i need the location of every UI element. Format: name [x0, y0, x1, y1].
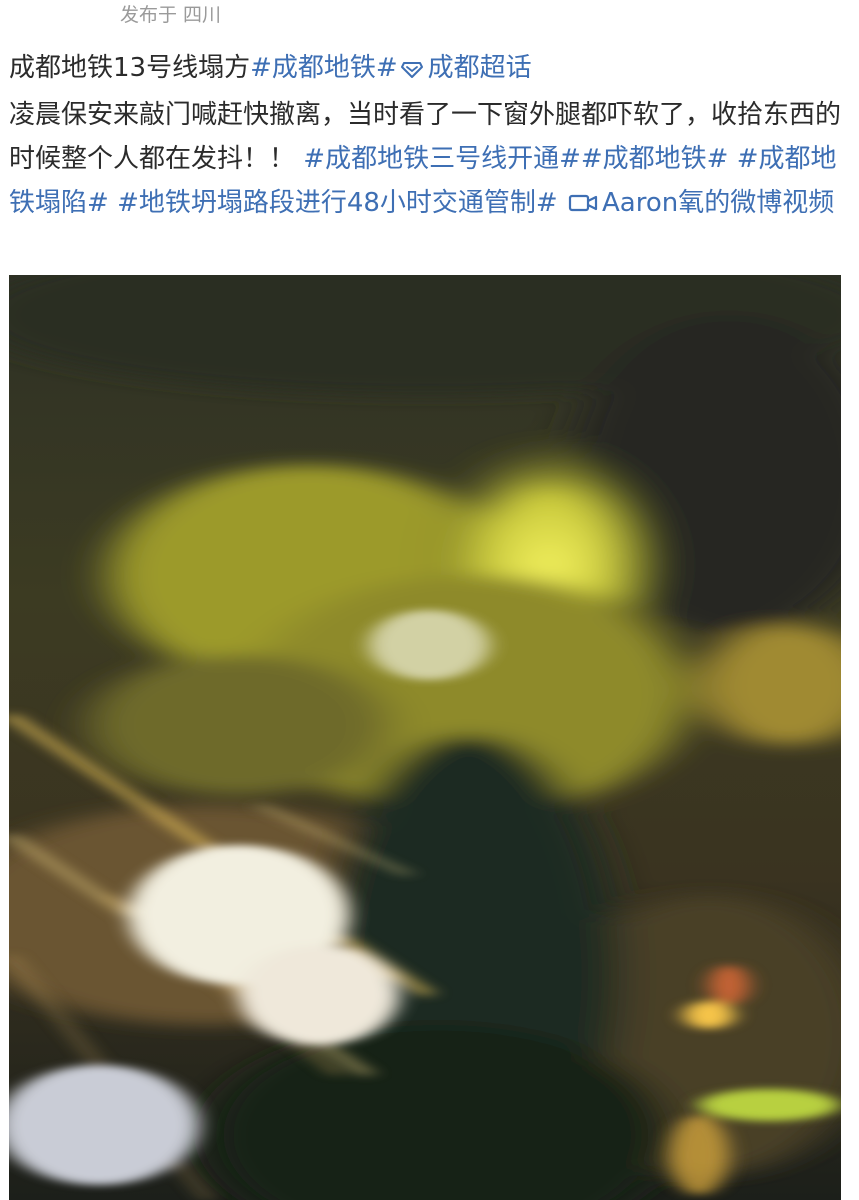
- video-source-label: Aaron氧的微博视频: [601, 188, 835, 218]
- post-intro-text: 成都地铁13号线塌方: [9, 53, 251, 83]
- super-topic-label: 成都超话: [427, 53, 532, 83]
- topic-link-chengdu-metro-2[interactable]: #成都地铁#: [581, 144, 729, 174]
- post-content: 成都地铁13号线塌方#成都地铁# 成都超话 凌晨保安来敲门喊赶快撤离，当时看了一下窗…: [9, 46, 845, 228]
- video-player[interactable]: [9, 275, 841, 1200]
- super-topic-link[interactable]: 成都超话: [398, 53, 532, 83]
- topic-link-chengdu-metro[interactable]: #成都地铁#: [250, 53, 398, 83]
- post-location: 发布于 四川: [120, 4, 222, 26]
- video-thumbnail: [9, 275, 841, 1200]
- video-camera-icon: [568, 184, 598, 228]
- video-source-link[interactable]: Aaron氧的微博视频: [566, 188, 834, 218]
- diamond-icon: [400, 49, 424, 93]
- topic-link-traffic-control[interactable]: #地铁坍塌路段进行48小时交通管制#: [117, 188, 558, 218]
- topic-link-line3-opening[interactable]: #成都地铁三号线开通#: [303, 144, 581, 174]
